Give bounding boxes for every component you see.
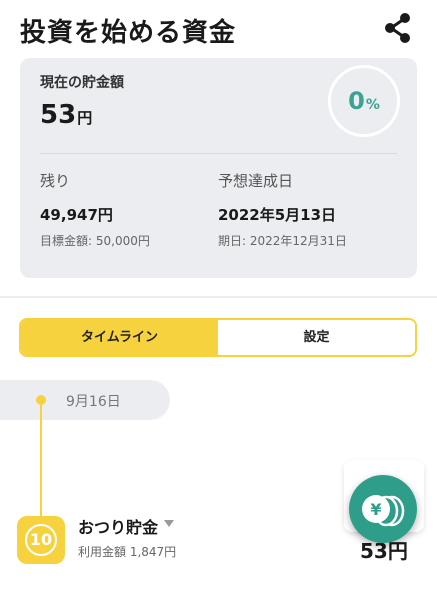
roundup-savings-badge: 10 xyxy=(17,516,65,564)
caret-down-icon[interactable] xyxy=(164,520,174,528)
share-icon xyxy=(385,13,410,43)
forecast-date: 2022年5月13日 xyxy=(218,206,337,224)
app-header: 投資を始める資金 xyxy=(0,0,437,58)
tab-timeline[interactable]: タイムライン xyxy=(21,320,218,355)
deadline-date: 期日: 2022年12月31日 xyxy=(218,234,347,248)
current-savings-unit: 円 xyxy=(77,109,93,127)
savings-summary-card: 現在の貯金額 53円 0% 残り 49,947円 目標金額: 50,000円 予… xyxy=(20,58,417,278)
remaining-amount: 49,947円 xyxy=(40,206,113,224)
timeline-line xyxy=(40,402,42,522)
timeline-date-header: 9月16日 xyxy=(0,380,170,420)
svg-text:¥: ¥ xyxy=(370,500,381,519)
add-savings-fab[interactable]: ¥ xyxy=(349,475,417,543)
progress-unit: % xyxy=(365,97,380,113)
entry-usage-amount: 利用金額 1,847円 xyxy=(78,545,177,559)
current-savings-value: 53 xyxy=(40,100,77,130)
timeline-date: 9月16日 xyxy=(66,394,121,410)
tab-settings[interactable]: 設定 xyxy=(218,320,415,355)
page-title: 投資を始める資金 xyxy=(20,18,237,48)
goal-amount: 目標金額: 50,000円 xyxy=(40,234,150,248)
remaining-label: 残り xyxy=(40,172,71,190)
progress-ring: 0% xyxy=(328,65,400,137)
yen-coins-icon: ¥ xyxy=(362,495,405,527)
current-savings-amount: 53円 xyxy=(40,100,92,130)
timeline-dot xyxy=(36,395,46,405)
current-savings-label: 現在の貯金額 xyxy=(40,75,124,91)
tab-bar: タイムライン 設定 xyxy=(19,318,417,357)
entry-title[interactable]: おつり貯金 xyxy=(78,514,158,538)
card-divider xyxy=(40,153,397,154)
progress-value: 0 xyxy=(348,87,365,115)
share-button[interactable] xyxy=(380,10,416,46)
forecast-date-label: 予想達成日 xyxy=(218,172,294,190)
progress-percent: 0% xyxy=(331,68,397,134)
section-divider xyxy=(0,296,437,298)
badge-coin-icon: 10 xyxy=(25,524,57,556)
